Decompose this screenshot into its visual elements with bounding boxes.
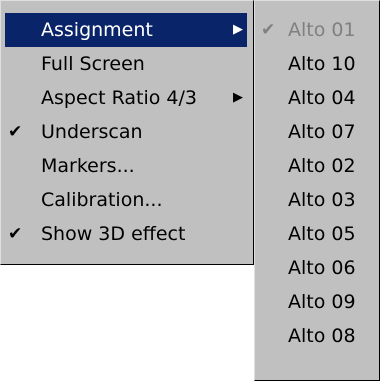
submenu-item-label: Alto 03 <box>288 189 356 211</box>
menu-item-markers[interactable]: Markers... <box>5 149 247 183</box>
menu-item-full-screen[interactable]: Full Screen <box>5 47 247 81</box>
submenu-item-alto-08[interactable]: Alto 08 <box>258 319 375 353</box>
submenu-item-alto-10[interactable]: Alto 10 <box>258 47 375 81</box>
menu-item-label: Markers... <box>41 155 135 177</box>
menu-item-underscan[interactable]: ✔ Underscan <box>5 115 247 149</box>
submenu-item-alto-07[interactable]: Alto 07 <box>258 115 375 149</box>
submenu-item-label: Alto 02 <box>288 155 356 177</box>
submenu-item-alto-02[interactable]: Alto 02 <box>258 149 375 183</box>
submenu-item-alto-01[interactable]: ✔ Alto 01 <box>258 13 375 47</box>
submenu-item-label: Alto 10 <box>288 53 356 75</box>
menu-item-label: Assignment <box>41 19 153 41</box>
submenu-item-label: Alto 05 <box>288 223 356 245</box>
submenu-item-alto-03[interactable]: Alto 03 <box>258 183 375 217</box>
menu-item-label: Aspect Ratio 4/3 <box>41 87 197 109</box>
submenu-item-label: Alto 01 <box>288 19 356 41</box>
menu-item-aspect-ratio[interactable]: Aspect Ratio 4/3 ▶ <box>5 81 247 115</box>
menu-item-label: Full Screen <box>41 53 145 75</box>
menu-item-assignment[interactable]: Assignment ▶ <box>5 13 247 47</box>
menu-item-label: Show 3D effect <box>41 223 186 245</box>
submenu-item-label: Alto 09 <box>288 291 356 313</box>
menu-item-show-3d-effect[interactable]: ✔ Show 3D effect <box>5 217 247 251</box>
menu-item-label: Underscan <box>41 121 143 143</box>
submenu-item-alto-05[interactable]: Alto 05 <box>258 217 375 251</box>
submenu-item-label: Alto 06 <box>288 257 356 279</box>
checkmark-icon: ✔ <box>261 20 276 40</box>
context-menu: Assignment ▶ Full Screen Aspect Ratio 4/… <box>0 0 254 265</box>
submenu-arrow-icon: ▶ <box>233 90 243 105</box>
assignment-submenu: ✔ Alto 01 Alto 10 Alto 04 Alto 07 Alto 0… <box>254 0 380 381</box>
submenu-item-alto-09[interactable]: Alto 09 <box>258 285 375 319</box>
submenu-item-label: Alto 08 <box>288 325 356 347</box>
submenu-item-label: Alto 04 <box>288 87 356 109</box>
menu-item-calibration[interactable]: Calibration... <box>5 183 247 217</box>
submenu-item-label: Alto 07 <box>288 121 356 143</box>
menu-item-label: Calibration... <box>41 189 163 211</box>
submenu-item-alto-06[interactable]: Alto 06 <box>258 251 375 285</box>
checkmark-icon: ✔ <box>8 224 23 244</box>
checkmark-icon: ✔ <box>8 122 23 142</box>
submenu-arrow-icon: ▶ <box>233 22 243 37</box>
submenu-item-alto-04[interactable]: Alto 04 <box>258 81 375 115</box>
